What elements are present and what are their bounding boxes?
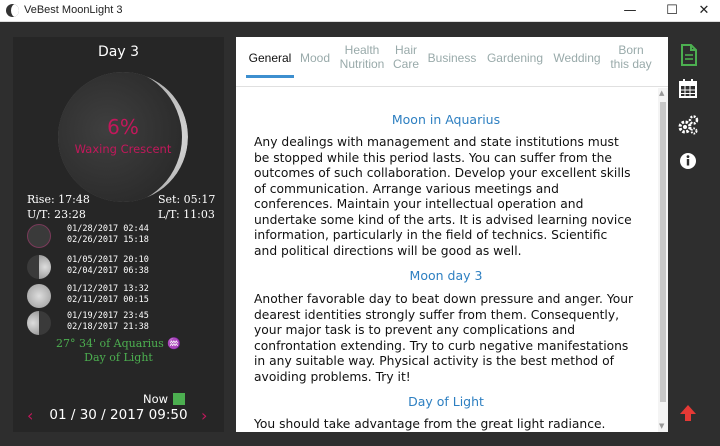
phase-date: 01/12/2017 13:32 bbox=[67, 284, 149, 294]
scroll-up-icon[interactable]: ▲ bbox=[659, 89, 664, 97]
phase-date: 02/11/2017 00:15 bbox=[67, 295, 149, 305]
tab-gardening[interactable]: Gardening bbox=[484, 51, 546, 65]
last-quarter-moon-icon bbox=[27, 311, 51, 335]
calendar-button[interactable] bbox=[674, 75, 702, 103]
moonset-time: Set: 05:17 bbox=[158, 193, 216, 206]
phase-date: 02/04/2017 06:38 bbox=[67, 266, 149, 276]
phase-date: 01/05/2017 20:10 bbox=[67, 255, 149, 265]
upper-transit-time: U/T: 23:28 bbox=[27, 208, 86, 221]
full-moon-icon bbox=[27, 284, 51, 308]
section-heading: Day of Light bbox=[408, 394, 484, 409]
section-text: Another favorable day to beat down press… bbox=[254, 292, 634, 384]
current-datetime[interactable]: 01 / 30 / 2017 09:50 bbox=[13, 407, 224, 423]
moon-day-title: Day 3 bbox=[97, 44, 139, 60]
close-button[interactable]: ✕ bbox=[686, 0, 720, 22]
tab-label: Wedding bbox=[553, 51, 601, 65]
scroll-down-icon[interactable]: ▼ bbox=[659, 422, 664, 430]
phase-date: 02/26/2017 15:18 bbox=[67, 235, 149, 245]
zodiac-degree: 27° 34' of Aquarius ♒ bbox=[55, 337, 182, 350]
vertical-scrollbar[interactable]: ▲ ▼ bbox=[658, 88, 668, 432]
section-text: You should take advantage from the great… bbox=[254, 417, 606, 431]
right-toolbar bbox=[670, 37, 706, 432]
maximize-button[interactable]: ☐ bbox=[654, 0, 690, 22]
moon-info-panel: Day 3 6% Waxing Crescent Rise: 17:48 Set… bbox=[13, 37, 224, 432]
new-moon-icon bbox=[27, 224, 51, 248]
app-moon-icon bbox=[6, 4, 19, 17]
phase-date: 01/19/2017 23:45 bbox=[67, 311, 149, 321]
first-quarter-moon-icon bbox=[27, 255, 51, 279]
phase-name: Waxing Crescent bbox=[74, 142, 172, 156]
forecast-view-button[interactable] bbox=[674, 41, 702, 69]
title-bar: VeBest MoonLight 3 — ☐ ✕ bbox=[0, 0, 720, 22]
tab-label: Health bbox=[344, 43, 380, 57]
tab-label: Born bbox=[618, 43, 644, 57]
now-label: Now bbox=[143, 392, 169, 406]
scroll-thumb[interactable] bbox=[660, 102, 666, 402]
section-heading: Moon in Aquarius bbox=[391, 112, 501, 127]
tab-born-this-day[interactable]: Born this day bbox=[606, 43, 656, 71]
tab-label: General bbox=[248, 51, 292, 65]
phase-row-full-moon: 01/12/2017 13:32 02/11/2017 00:15 bbox=[27, 284, 207, 310]
minimize-button[interactable]: — bbox=[612, 0, 648, 22]
lower-transit-time: L/T: 11:03 bbox=[158, 208, 215, 221]
tab-health-nutrition[interactable]: Health Nutrition bbox=[336, 43, 388, 71]
tab-hair-care[interactable]: Hair Care bbox=[390, 43, 422, 71]
tab-label: this day bbox=[610, 57, 652, 71]
section-text: Any dealings with management and state i… bbox=[254, 135, 632, 258]
document-icon bbox=[681, 44, 697, 66]
scroll-top-button[interactable] bbox=[674, 399, 702, 427]
forecast-panel: General Mood Health Nutrition Hair Care … bbox=[236, 37, 668, 432]
category-tabs: General Mood Health Nutrition Hair Care … bbox=[236, 37, 668, 87]
about-button[interactable] bbox=[674, 147, 702, 175]
tab-label: Mood bbox=[299, 51, 331, 65]
phase-date: 01/28/2017 02:44 bbox=[67, 224, 149, 234]
forecast-content: Moon in Aquarius Any dealings with manag… bbox=[236, 88, 668, 432]
phase-date: 02/18/2017 21:38 bbox=[67, 322, 149, 332]
moonrise-time: Rise: 17:48 bbox=[27, 193, 90, 206]
now-button[interactable] bbox=[173, 393, 185, 405]
phase-row-first-quarter: 01/05/2017 20:10 02/04/2017 06:38 bbox=[27, 255, 207, 281]
arrow-up-icon bbox=[680, 405, 696, 421]
section-heading: Moon day 3 bbox=[409, 268, 483, 283]
tab-label: Hair bbox=[394, 43, 417, 57]
window-title: VeBest MoonLight 3 bbox=[24, 4, 123, 16]
tab-label: Care bbox=[392, 57, 419, 71]
gears-icon bbox=[678, 115, 699, 135]
tab-business[interactable]: Business bbox=[424, 51, 480, 65]
phase-row-new-moon: 01/28/2017 02:44 02/26/2017 15:18 bbox=[27, 224, 207, 250]
zodiac-position: 27° 34' of Aquarius ♒ Day of Light bbox=[13, 337, 224, 365]
next-day-button[interactable]: › bbox=[201, 406, 207, 425]
tab-wedding[interactable]: Wedding bbox=[550, 51, 604, 65]
tab-label: Business bbox=[427, 51, 477, 65]
tab-label: Gardening bbox=[486, 51, 544, 65]
zodiac-day-type: Day of Light bbox=[84, 351, 153, 364]
active-tab-indicator bbox=[246, 75, 294, 78]
calendar-icon bbox=[679, 79, 697, 98]
illumination-percent: 6% bbox=[107, 115, 139, 139]
info-icon bbox=[680, 153, 696, 169]
settings-button[interactable] bbox=[674, 111, 702, 139]
tab-general[interactable]: General bbox=[246, 51, 294, 65]
phase-row-last-quarter: 01/19/2017 23:45 02/18/2017 21:38 bbox=[27, 311, 207, 337]
tab-label: Nutrition bbox=[339, 57, 385, 71]
tab-mood[interactable]: Mood bbox=[298, 51, 332, 65]
